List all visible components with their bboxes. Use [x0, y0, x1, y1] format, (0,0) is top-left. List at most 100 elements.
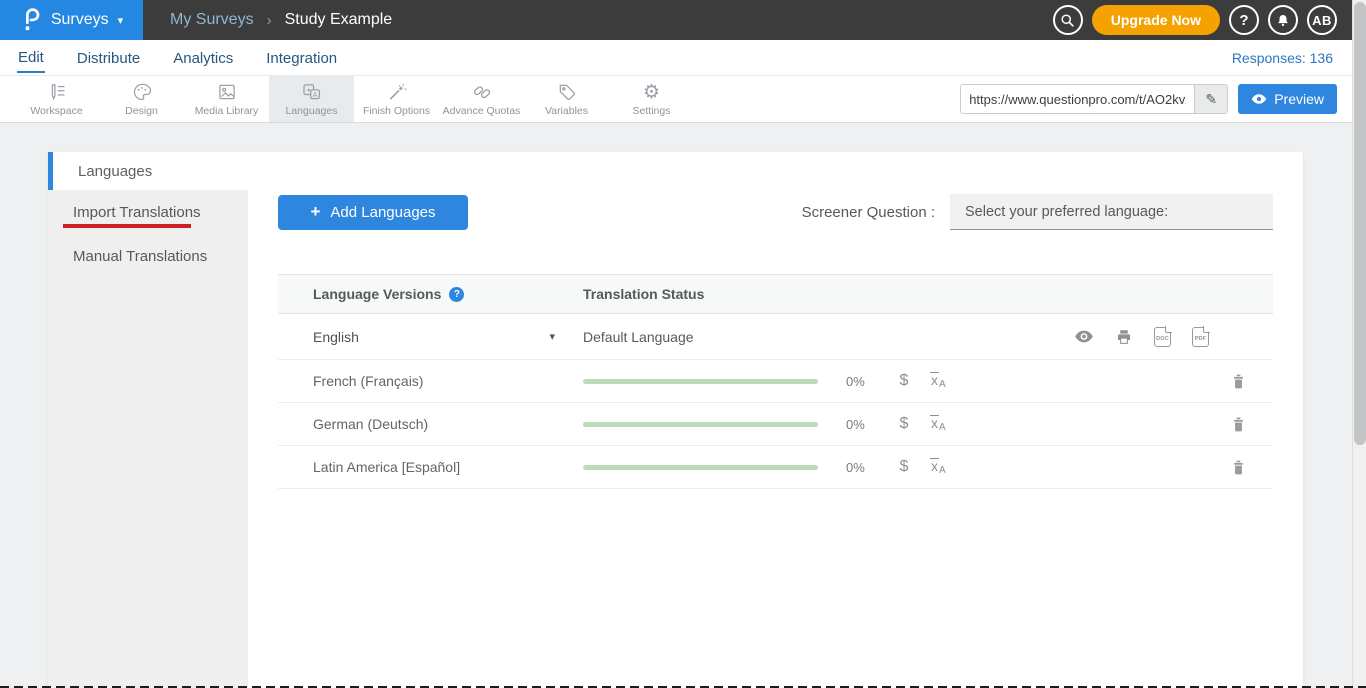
red-underline-annotation	[63, 224, 191, 228]
panel-title-label: Languages	[78, 163, 152, 180]
language-name: Latin America [Español]	[313, 459, 460, 475]
default-language-status: Default Language	[583, 329, 694, 345]
delete-language-button[interactable]	[1231, 373, 1246, 390]
plus-icon: +	[310, 202, 320, 222]
toolbar-item-media-library[interactable]: Media Library	[184, 76, 269, 122]
sidebar-item-manual-translations[interactable]: Manual Translations	[48, 236, 248, 276]
top-bar: Surveys ▾ My Surveys › Study Example Upg…	[0, 0, 1366, 40]
tab-integration[interactable]: Integration	[265, 43, 338, 72]
languages-side-panel: Import Translations Manual Translations	[48, 190, 248, 688]
survey-nav: Edit Distribute Analytics Integration Re…	[0, 40, 1366, 76]
translation-progress-value: 0%	[846, 460, 876, 475]
tab-edit[interactable]: Edit	[17, 42, 45, 73]
languages-icon: ✶A	[301, 82, 322, 102]
toolbar-item-design[interactable]: Design	[99, 76, 184, 122]
tab-distribute[interactable]: Distribute	[76, 43, 141, 72]
toolbar-right: ✎ Preview	[960, 76, 1366, 122]
help-icon[interactable]: ?	[449, 287, 464, 302]
print-language-button[interactable]	[1115, 328, 1133, 346]
paid-translation-icon[interactable]: $	[894, 415, 914, 433]
language-versions-table: Language Versions ? Translation Status E…	[278, 274, 1273, 489]
toolbar-item-languages[interactable]: ✶A Languages	[269, 76, 354, 122]
language-dropdown-caret-icon[interactable]: ▾	[549, 330, 555, 343]
pdf-file-icon: PDF	[1192, 327, 1209, 347]
toolbar-label: Design	[125, 105, 158, 117]
view-language-button[interactable]	[1074, 330, 1094, 343]
bell-icon	[1276, 13, 1290, 28]
translation-progress-value: 0%	[846, 417, 876, 432]
auto-translate-icon[interactable]: xA	[930, 415, 946, 433]
export-pdf-button[interactable]: PDF	[1192, 327, 1209, 347]
delete-language-button[interactable]	[1231, 459, 1246, 476]
edit-toolbar: Workspace Design Media Library ✶A Langua…	[0, 76, 1366, 123]
toolbar-item-finish-options[interactable]: Finish Options	[354, 76, 439, 122]
sidebar-item-label: Import Translations	[73, 204, 248, 221]
gear-icon: ⚙	[643, 82, 660, 102]
translation-progress-bar	[583, 465, 818, 470]
toolbar-item-advance-quotas[interactable]: Advance Quotas	[439, 76, 524, 122]
auto-translate-icon[interactable]: xA	[930, 458, 946, 476]
survey-url-input[interactable]	[961, 85, 1194, 113]
toolbar-item-variables[interactable]: Variables	[524, 76, 609, 122]
toolbar-label: Workspace	[30, 105, 82, 117]
toolbar-label: Media Library	[195, 105, 259, 117]
translation-progress-value: 0%	[846, 374, 876, 389]
scrollbar-thumb[interactable]	[1354, 2, 1366, 445]
user-avatar[interactable]: AB	[1307, 5, 1337, 35]
default-language-name: English	[313, 329, 359, 345]
add-languages-button[interactable]: + Add Languages	[278, 195, 468, 230]
language-name: German (Deutsch)	[313, 416, 428, 432]
svg-text:A: A	[313, 90, 318, 98]
survey-url-box: ✎	[960, 84, 1228, 114]
toolbar-label: Variables	[545, 105, 588, 117]
surveys-app-menu[interactable]: Surveys ▾	[0, 0, 143, 40]
screener-question-select[interactable]: Select your preferred language:	[950, 194, 1273, 230]
doc-file-icon: DOC	[1154, 327, 1171, 347]
table-row-language: Latin America [Español] 0% $ xA	[278, 446, 1273, 489]
languages-card: Languages Import Translations Manual Tra…	[48, 152, 1303, 688]
paid-translation-icon[interactable]: $	[894, 458, 914, 476]
magic-wand-icon	[387, 82, 407, 102]
help-button[interactable]: ?	[1229, 5, 1259, 35]
table-row-language: German (Deutsch) 0% $ xA	[278, 403, 1273, 446]
translation-progress-bar	[583, 422, 818, 427]
toolbar-item-workspace[interactable]: Workspace	[14, 76, 99, 122]
languages-content: + Add Languages Screener Question : Sele…	[248, 190, 1303, 688]
page-scrollbar[interactable]	[1352, 0, 1366, 688]
panel-title-languages[interactable]: Languages	[48, 152, 1303, 190]
chevron-down-icon: ▾	[118, 14, 124, 27]
toolbar-item-settings[interactable]: ⚙ Settings	[609, 76, 694, 122]
add-languages-label: Add Languages	[330, 204, 435, 221]
upgrade-now-button[interactable]: Upgrade Now	[1092, 5, 1220, 35]
breadcrumb-my-surveys[interactable]: My Surveys	[170, 11, 254, 29]
column-header-translation-status: Translation Status	[583, 286, 704, 302]
export-doc-button[interactable]: DOC	[1154, 327, 1171, 347]
screener-question-value: Select your preferred language:	[965, 204, 1168, 220]
eye-icon	[1074, 330, 1094, 343]
printer-icon	[1115, 328, 1133, 346]
preview-label: Preview	[1274, 91, 1324, 107]
table-row-default-language: English ▾ Default Language	[278, 314, 1273, 360]
responses-count[interactable]: Responses: 136	[1232, 50, 1333, 66]
column-header-language-versions: Language Versions	[313, 286, 441, 302]
preview-button[interactable]: Preview	[1238, 84, 1337, 114]
table-header-row: Language Versions ? Translation Status	[278, 274, 1273, 314]
search-button[interactable]	[1053, 5, 1083, 35]
screener-question-group: Screener Question : Select your preferre…	[802, 194, 1273, 230]
screener-question-label: Screener Question :	[802, 204, 935, 221]
delete-language-button[interactable]	[1231, 416, 1246, 433]
edit-url-button[interactable]: ✎	[1194, 85, 1227, 113]
design-palette-icon	[132, 82, 152, 102]
tag-icon	[557, 82, 577, 102]
auto-translate-icon[interactable]: xA	[930, 372, 946, 390]
paid-translation-icon[interactable]: $	[894, 372, 914, 390]
sidebar-item-import-translations[interactable]: Import Translations	[48, 196, 248, 236]
trash-icon	[1231, 373, 1246, 390]
notifications-button[interactable]	[1268, 5, 1298, 35]
sidebar-item-label: Manual Translations	[73, 248, 248, 265]
pencil-icon: ✎	[1205, 91, 1217, 107]
tab-analytics[interactable]: Analytics	[172, 43, 234, 72]
language-name: French (Français)	[313, 373, 423, 389]
eye-icon	[1251, 93, 1267, 105]
toolbar-label: Settings	[633, 105, 671, 117]
